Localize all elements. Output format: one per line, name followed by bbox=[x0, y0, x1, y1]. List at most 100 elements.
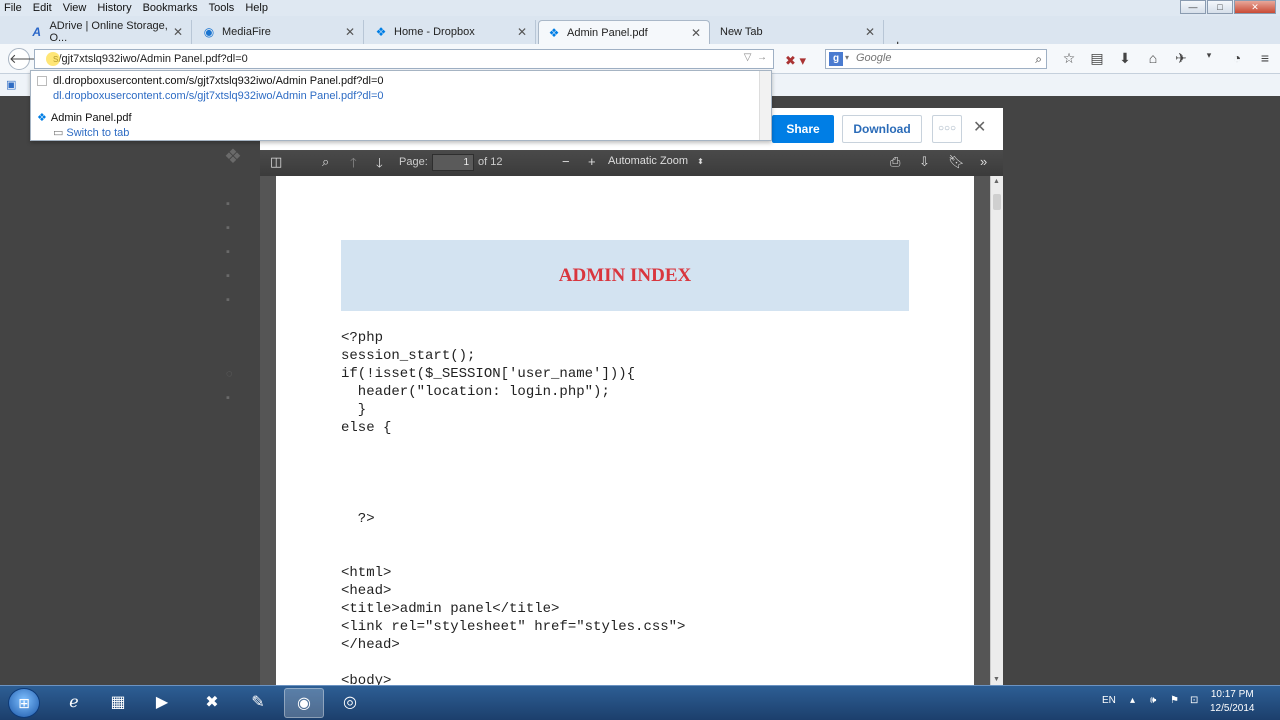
sync-icon[interactable]: ◔ bbox=[1223, 50, 1251, 67]
close-tab-icon[interactable]: ✕ bbox=[691, 26, 701, 40]
home-icon[interactable]: ⌂ bbox=[1139, 50, 1167, 67]
show-hidden-icons-icon[interactable]: ▴ bbox=[1130, 695, 1135, 706]
tab-label: Admin Panel.pdf bbox=[567, 26, 648, 39]
addon-icon[interactable]: ✖ ▾ bbox=[785, 53, 806, 69]
back-button[interactable]: 🡐 bbox=[8, 48, 44, 70]
menu-hamburger-icon[interactable]: ≡ bbox=[1251, 50, 1279, 67]
file-explorer-icon[interactable]: ▦ bbox=[98, 688, 138, 718]
switch-to-tab-label: ▭ Switch to tab bbox=[53, 126, 132, 139]
tab-adrive[interactable]: A ADrive | Online Storage, O... ✕ bbox=[22, 20, 192, 44]
close-window-button[interactable]: ✕ bbox=[1234, 0, 1276, 14]
close-tab-icon[interactable]: ✕ bbox=[865, 25, 875, 39]
menu-view[interactable]: View bbox=[63, 2, 87, 14]
dropbox-logo-icon: ❖ bbox=[224, 146, 242, 168]
xampp-icon[interactable]: ✖ bbox=[192, 688, 232, 718]
pdf-viewer[interactable]: ADMIN INDEX <?php session_start(); if(!i… bbox=[260, 176, 1003, 685]
dropbox-icon: ❖ bbox=[375, 25, 387, 39]
dropbox-icon: ❖ bbox=[37, 112, 47, 124]
reading-list-icon[interactable]: ▤ bbox=[1083, 50, 1111, 67]
tools-menu-icon[interactable]: » bbox=[980, 154, 987, 169]
close-preview-icon[interactable]: ✕ bbox=[973, 117, 986, 137]
zoom-value: Automatic Zoom bbox=[608, 155, 689, 167]
clock-time: 10:17 PM bbox=[1210, 689, 1254, 700]
autocomplete-item[interactable]: dl.dropboxusercontent.com/s/gjt7xtslq932… bbox=[37, 75, 384, 102]
zoom-out-icon[interactable]: − bbox=[562, 154, 570, 169]
menu-tools[interactable]: Tools bbox=[209, 2, 235, 14]
language-indicator[interactable]: EN bbox=[1102, 695, 1116, 706]
search-bar[interactable]: g ▾ ⌕ bbox=[825, 49, 1047, 69]
autocomplete-item[interactable]: ❖ Admin Panel.pdf ▭ Switch to tab bbox=[37, 111, 132, 139]
autocomplete-url: dl.dropboxusercontent.com/s/gjt7xtslq932… bbox=[53, 90, 384, 102]
system-clock[interactable]: 10:17 PM 12/5/2014 bbox=[1210, 688, 1255, 716]
network-icon[interactable]: ⊡ bbox=[1190, 695, 1198, 706]
url-go-icon[interactable]: ▽ → bbox=[744, 52, 767, 63]
tab-icon: ▭ bbox=[53, 127, 64, 139]
switch-to-tab-text: Switch to tab bbox=[66, 127, 130, 139]
page-number-input[interactable] bbox=[432, 154, 474, 171]
maximize-button[interactable]: □ bbox=[1207, 0, 1233, 14]
paint-app-icon[interactable]: ✎ bbox=[238, 688, 278, 718]
chrome-icon[interactable]: ◎ bbox=[330, 688, 370, 718]
media-player-icon[interactable]: ▶ bbox=[142, 688, 182, 718]
page-icon bbox=[37, 76, 47, 87]
save-icon[interactable]: ⇩ bbox=[919, 154, 930, 170]
code-line: } bbox=[341, 402, 367, 418]
share-button[interactable]: Share bbox=[772, 115, 834, 143]
menu-history[interactable]: History bbox=[97, 2, 131, 14]
scrollbar-thumb[interactable] bbox=[993, 194, 1001, 210]
tab-home-dropbox[interactable]: ❖ Home - Dropbox ✕ bbox=[366, 20, 536, 44]
close-tab-icon[interactable]: ✕ bbox=[173, 25, 183, 39]
tab-new-tab[interactable]: New Tab ✕ bbox=[712, 20, 884, 44]
bookmark-icon[interactable]: 🔖︎ bbox=[948, 154, 965, 170]
url-input[interactable] bbox=[35, 50, 715, 68]
nav-toolbar-icons: ☆ ▤ ⬇ ⌂ ✈ ▾ ◔ ≡ bbox=[1055, 50, 1279, 67]
internet-explorer-icon[interactable]: ℯ bbox=[54, 688, 94, 718]
engine-dropdown-icon[interactable]: ▾ bbox=[845, 53, 849, 62]
next-page-icon[interactable]: 🡓 bbox=[376, 154, 383, 176]
windows-logo-icon: ⊞ bbox=[18, 695, 30, 711]
close-tab-icon[interactable]: ✕ bbox=[517, 25, 527, 39]
adrive-icon: A bbox=[32, 25, 42, 39]
previous-page-icon[interactable]: 🡑 bbox=[350, 154, 357, 176]
firefox-icon[interactable]: ◉ bbox=[284, 688, 324, 718]
pdf-scrollbar[interactable]: ▲ ▼ bbox=[990, 176, 1003, 685]
clock-date: 12/5/2014 bbox=[1210, 703, 1255, 714]
page-total: of 12 bbox=[478, 156, 503, 168]
action-center-icon[interactable]: ⚑ bbox=[1170, 695, 1179, 706]
addon-toolbar-icon[interactable]: ✈ bbox=[1167, 50, 1195, 67]
menu-bar: File Edit View History Bookmarks Tools H… bbox=[0, 0, 1280, 16]
bookmark-star-icon[interactable]: ☆ bbox=[1055, 50, 1083, 67]
dropdown-scrollbar[interactable] bbox=[759, 71, 771, 140]
sidebar-icon: ▪ bbox=[226, 222, 230, 234]
downloads-icon[interactable]: ⬇ bbox=[1111, 50, 1139, 67]
google-search-icon[interactable]: g bbox=[829, 52, 843, 66]
menu-bookmarks[interactable]: Bookmarks bbox=[143, 2, 198, 14]
sidebar-toggle-icon[interactable]: ◫ bbox=[270, 154, 282, 170]
volume-icon[interactable]: 🕪 bbox=[1150, 695, 1156, 706]
tab-admin-panel[interactable]: ❖ Admin Panel.pdf ✕ bbox=[538, 20, 710, 44]
code-line: header("location: login.php"); bbox=[341, 384, 610, 400]
tab-mediafire[interactable]: ◉ MediaFire ✕ bbox=[194, 20, 364, 44]
minimize-button[interactable]: — bbox=[1180, 0, 1206, 14]
print-icon[interactable]: ⎙ bbox=[890, 154, 900, 170]
menu-edit[interactable]: Edit bbox=[33, 2, 52, 14]
dropdown-icon[interactable]: ▾ bbox=[1195, 50, 1223, 67]
menu-help[interactable]: Help bbox=[245, 2, 268, 14]
bookmark-icon[interactable]: ▣ bbox=[6, 78, 16, 91]
close-tab-icon[interactable]: ✕ bbox=[345, 25, 355, 39]
menu-file[interactable]: File bbox=[4, 2, 22, 14]
windows-taskbar: ⊞ ℯ ▦ ▶ ✖ ✎ ◉ ◎ EN ▴ 🕪 ⚑ ⊡ 10:17 PM 12/5… bbox=[0, 685, 1280, 720]
more-options-button[interactable]: ○○○ bbox=[932, 115, 962, 143]
zoom-in-icon[interactable]: + bbox=[588, 154, 596, 169]
start-button[interactable]: ⊞ bbox=[8, 688, 40, 718]
download-button[interactable]: Download bbox=[842, 115, 922, 143]
search-icon[interactable]: ⌕ bbox=[1035, 52, 1042, 67]
scroll-up-icon[interactable]: ▲ bbox=[993, 178, 1000, 185]
scroll-down-icon[interactable]: ▼ bbox=[993, 676, 1000, 683]
address-bar[interactable]: ▽ → bbox=[34, 49, 774, 69]
tab-label: New Tab bbox=[720, 26, 763, 38]
code-line: <title>admin panel</title> bbox=[341, 601, 560, 617]
zoom-select[interactable]: Automatic Zoom ⬍ bbox=[608, 155, 708, 171]
search-input[interactable] bbox=[856, 52, 1026, 64]
search-icon[interactable]: ⌕ bbox=[322, 154, 329, 170]
